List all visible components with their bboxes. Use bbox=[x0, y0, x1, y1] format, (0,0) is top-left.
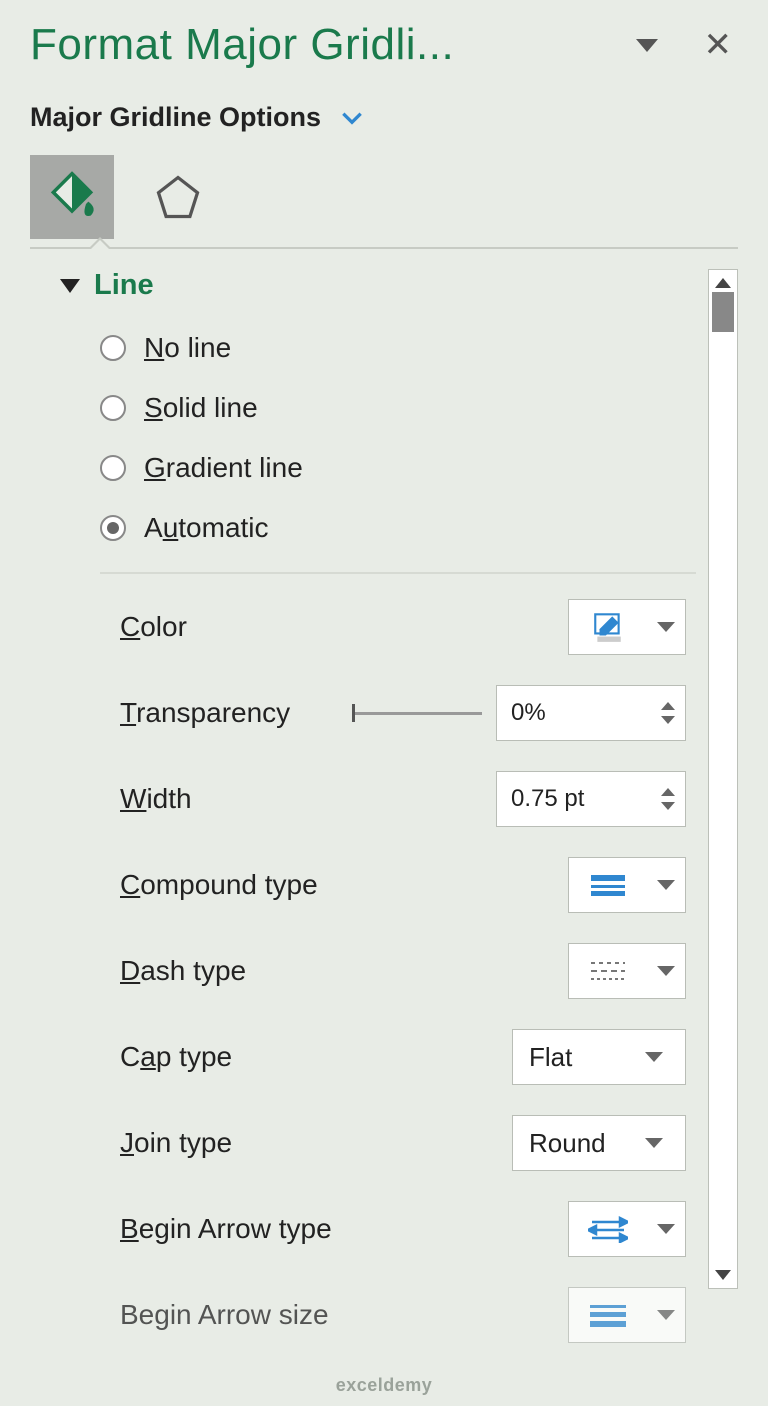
prop-transparency: Transparency 0% bbox=[120, 684, 686, 742]
line-type-radio-group: No line Solid line Gradient line Automat… bbox=[100, 332, 696, 544]
prop-compound-type: Compound type bbox=[120, 856, 686, 914]
chevron-down-icon bbox=[657, 622, 675, 632]
prop-cap-type: Cap type Flat bbox=[120, 1028, 686, 1086]
content-area: Line No line Solid line Gradient line bbox=[30, 269, 738, 1289]
pane-title-row: Format Major Gridli... ✕ bbox=[30, 20, 738, 70]
prop-begin-arrow-size: Begin Arrow size bbox=[120, 1286, 686, 1344]
subtitle-label: Major Gridline Options bbox=[30, 102, 321, 133]
spin-down-icon[interactable] bbox=[661, 802, 675, 810]
prop-join-type: Join type Round bbox=[120, 1114, 686, 1172]
prop-width: Width 0.75 pt bbox=[120, 770, 686, 828]
width-spinbox[interactable]: 0.75 pt bbox=[496, 771, 686, 827]
compound-lines-icon bbox=[569, 871, 647, 899]
radio-gradient-line[interactable]: Gradient line bbox=[100, 452, 696, 484]
transparency-value: 0% bbox=[511, 699, 546, 727]
radio-icon bbox=[100, 335, 126, 361]
color-picker-button[interactable] bbox=[568, 599, 686, 655]
pane-title: Format Major Gridli... bbox=[30, 20, 620, 70]
radio-label: Solid line bbox=[144, 392, 258, 424]
chevron-down-icon bbox=[645, 1138, 663, 1148]
pentagon-icon bbox=[152, 171, 204, 223]
prop-label: Compound type bbox=[120, 869, 318, 901]
chevron-down-icon bbox=[645, 1052, 663, 1062]
close-icon[interactable]: ✕ bbox=[698, 25, 739, 65]
radio-label: No line bbox=[144, 332, 231, 364]
format-pane: Format Major Gridli... ✕ Major Gridline … bbox=[0, 0, 768, 1406]
radio-icon bbox=[100, 515, 126, 541]
paint-bucket-icon bbox=[44, 169, 100, 225]
transparency-slider[interactable] bbox=[352, 712, 482, 715]
radio-label: Automatic bbox=[144, 512, 269, 544]
prop-label: Join type bbox=[120, 1127, 232, 1159]
width-value: 0.75 pt bbox=[511, 785, 584, 813]
chevron-down-icon bbox=[657, 1310, 675, 1320]
chevron-down-icon bbox=[657, 966, 675, 976]
dash-lines-icon bbox=[569, 959, 647, 983]
tab-fill-line[interactable] bbox=[30, 155, 114, 239]
chevron-down-icon bbox=[657, 880, 675, 890]
begin-arrow-size-button[interactable] bbox=[568, 1287, 686, 1343]
join-type-value: Round bbox=[529, 1128, 606, 1159]
scrollbar[interactable] bbox=[708, 269, 738, 1289]
spin-up-icon[interactable] bbox=[661, 788, 675, 796]
prop-label: Begin Arrow type bbox=[120, 1213, 332, 1245]
chevron-down-icon bbox=[657, 1224, 675, 1234]
radio-no-line[interactable]: No line bbox=[100, 332, 696, 364]
cap-type-select[interactable]: Flat bbox=[512, 1029, 686, 1085]
scroll-thumb[interactable] bbox=[712, 292, 734, 332]
prop-label: Begin Arrow size bbox=[120, 1299, 329, 1331]
cap-type-value: Flat bbox=[529, 1042, 572, 1073]
radio-icon bbox=[100, 455, 126, 481]
line-section: Line No line Solid line Gradient line bbox=[30, 269, 708, 1289]
dash-type-button[interactable] bbox=[568, 943, 686, 999]
section-divider bbox=[100, 572, 696, 574]
prop-label: Cap type bbox=[120, 1041, 232, 1073]
spin-up-icon[interactable] bbox=[661, 702, 675, 710]
title-dropdown-icon[interactable] bbox=[636, 39, 658, 52]
tab-separator bbox=[30, 247, 738, 249]
prop-label: Transparency bbox=[120, 697, 290, 729]
prop-color: Color bbox=[120, 598, 686, 656]
scroll-up-icon[interactable] bbox=[715, 278, 731, 288]
prop-begin-arrow-type: Begin Arrow type bbox=[120, 1200, 686, 1258]
prop-label: Width bbox=[120, 783, 192, 815]
join-type-select[interactable]: Round bbox=[512, 1115, 686, 1171]
radio-automatic[interactable]: Automatic bbox=[100, 512, 696, 544]
radio-solid-line[interactable]: Solid line bbox=[100, 392, 696, 424]
radio-label: Gradient line bbox=[144, 452, 303, 484]
chevron-down-icon bbox=[339, 105, 365, 131]
prop-dash-type: Dash type bbox=[120, 942, 686, 1000]
tab-effects[interactable] bbox=[136, 155, 220, 239]
lines-thickness-icon bbox=[569, 1303, 647, 1327]
prop-label: Dash type bbox=[120, 955, 246, 987]
transparency-spinbox[interactable]: 0% bbox=[496, 685, 686, 741]
compound-type-button[interactable] bbox=[568, 857, 686, 913]
spin-down-icon[interactable] bbox=[661, 716, 675, 724]
section-header-line[interactable]: Line bbox=[30, 269, 696, 302]
watermark: exceldemy bbox=[336, 1375, 433, 1396]
pen-color-icon bbox=[569, 610, 647, 644]
begin-arrow-type-button[interactable] bbox=[568, 1201, 686, 1257]
collapse-triangle-icon bbox=[60, 279, 80, 293]
scroll-down-icon[interactable] bbox=[715, 1270, 731, 1280]
category-tabs bbox=[30, 155, 738, 239]
section-title: Line bbox=[94, 269, 154, 302]
prop-label: Color bbox=[120, 611, 187, 643]
arrows-icon bbox=[569, 1215, 647, 1243]
radio-icon bbox=[100, 395, 126, 421]
subtitle-row[interactable]: Major Gridline Options bbox=[30, 102, 738, 133]
